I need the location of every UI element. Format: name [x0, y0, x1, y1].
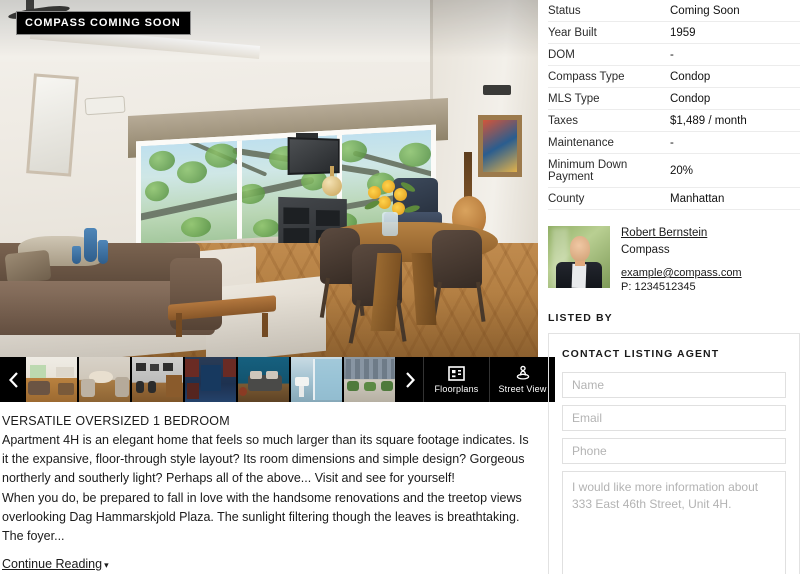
- table-row: Maintenance -: [548, 131, 800, 154]
- email-input[interactable]: [562, 405, 786, 431]
- listing-sidebar: Status Coming Soon Year Built 1959 DOM -…: [548, 0, 800, 574]
- property-details-body: Status Coming Soon Year Built 1959 DOM -…: [548, 0, 800, 210]
- message-textarea[interactable]: [562, 471, 786, 574]
- detail-value: 1959: [670, 21, 800, 44]
- table-row: Minimum Down Payment 20%: [548, 153, 800, 188]
- continue-reading-link[interactable]: Continue Reading ▾: [2, 557, 109, 571]
- detail-value: Condop: [670, 87, 800, 110]
- contact-form-title: CONTACT LISTING AGENT: [562, 348, 720, 360]
- agent-info: Robert Bernstein Compass example@compass…: [621, 226, 742, 293]
- table-row: County Manhattan: [548, 187, 800, 210]
- detail-key: Year Built: [548, 21, 670, 44]
- thumbnail-dining-area[interactable]: [79, 357, 132, 402]
- detail-key: DOM: [548, 43, 670, 66]
- detail-key: Compass Type: [548, 65, 670, 88]
- chevron-right-icon: [405, 371, 415, 388]
- property-details-table: Status Coming Soon Year Built 1959 DOM -…: [548, 0, 800, 210]
- thumbnail-bedroom[interactable]: [238, 357, 291, 402]
- detail-value: -: [670, 131, 800, 154]
- detail-value: -: [670, 43, 800, 66]
- detail-value: Coming Soon: [670, 0, 800, 22]
- table-row: Year Built 1959: [548, 21, 800, 44]
- listed-by-label: LISTED BY: [548, 312, 613, 324]
- thumbnail-terrace-exterior[interactable]: [344, 357, 397, 402]
- gallery-next-button[interactable]: [397, 357, 423, 402]
- phone-input[interactable]: [562, 438, 786, 464]
- contact-listing-agent-card: CONTACT LISTING AGENT Send Message: [548, 333, 800, 574]
- agent-company: Compass: [621, 244, 670, 256]
- floorplans-label: Floorplans: [434, 383, 479, 394]
- detail-key: Maintenance: [548, 131, 670, 154]
- detail-key: Minimum Down Payment: [548, 153, 670, 188]
- listing-left-column: COMPASS COMING SOON Floorplans Street Vi…: [0, 0, 555, 574]
- chevron-left-icon: [8, 371, 18, 388]
- table-row: MLS Type Condop: [548, 87, 800, 110]
- thumbnail-kitchen-bar[interactable]: [132, 357, 185, 402]
- table-row: DOM -: [548, 43, 800, 66]
- listing-description: VERSATILE OVERSIZED 1 BEDROOM Apartment …: [0, 414, 538, 546]
- detail-value: Manhattan: [670, 187, 800, 210]
- chevron-down-icon: ▾: [104, 560, 109, 570]
- detail-value: $1,489 / month: [670, 109, 800, 132]
- detail-key: Status: [548, 0, 670, 22]
- status-badge: COMPASS COMING SOON: [16, 11, 191, 35]
- description-paragraph-1: Apartment 4H is an elegant home that fee…: [2, 433, 529, 485]
- table-row: Compass Type Condop: [548, 65, 800, 88]
- agent-phone: P: 1234512345: [621, 281, 696, 293]
- agent-name-link[interactable]: Robert Bernstein: [621, 227, 742, 239]
- detail-key: MLS Type: [548, 87, 670, 110]
- street-view-label: Street View: [498, 384, 547, 394]
- table-row: Taxes $1,489 / month: [548, 109, 800, 132]
- street-view-button[interactable]: Street View: [489, 357, 555, 402]
- floorplan-icon: [448, 365, 465, 381]
- agent-email-link[interactable]: example@compass.com: [621, 267, 742, 279]
- detail-value: Condop: [670, 65, 800, 88]
- listing-agent: Robert Bernstein Compass example@compass…: [548, 226, 800, 293]
- gallery-prev-button[interactable]: [0, 357, 26, 402]
- hero-living-room-photo: [0, 0, 538, 357]
- description-paragraph-2: When you do, be prepared to fall in love…: [2, 491, 522, 543]
- floorplans-button[interactable]: Floorplans: [423, 357, 489, 402]
- street-view-icon: [516, 365, 529, 380]
- thumbnail-living-room[interactable]: [26, 357, 79, 402]
- name-input[interactable]: [562, 372, 786, 398]
- listing-page: COMPASS COMING SOON Floorplans Street Vi…: [0, 0, 800, 574]
- continue-reading-label: Continue Reading: [2, 557, 103, 571]
- detail-key: County: [548, 187, 670, 210]
- detail-key: Taxes: [548, 109, 670, 132]
- avatar: [548, 226, 610, 288]
- thumbnail-bathroom[interactable]: [291, 357, 344, 402]
- thumbnail-kitchen[interactable]: [185, 357, 238, 402]
- hero-photo-viewer[interactable]: COMPASS COMING SOON: [0, 0, 538, 357]
- description-title: VERSATILE OVERSIZED 1 BEDROOM: [2, 414, 230, 428]
- table-row: Status Coming Soon: [548, 0, 800, 22]
- gallery-thumbnail-strip[interactable]: Floorplans Street View: [0, 357, 555, 402]
- detail-value: 20%: [670, 153, 800, 188]
